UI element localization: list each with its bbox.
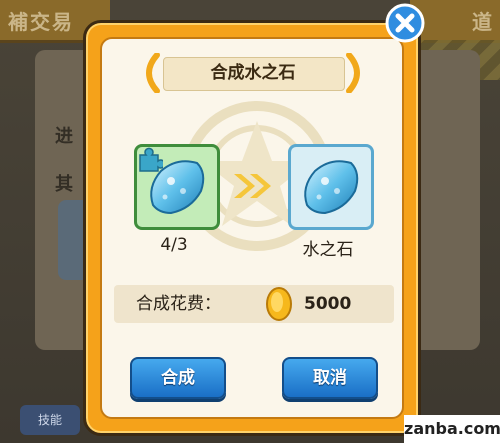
source-item-count: 4/3 bbox=[160, 235, 188, 255]
double-chevron-right-icon bbox=[234, 174, 271, 198]
dialog-content: 合成 水之石 4/3 水之石 合成花费： 5000 合成 取消 bbox=[100, 37, 404, 419]
synthesize-button[interactable]: 合成 bbox=[130, 357, 226, 399]
background-banner-left-text: 補交易 bbox=[8, 10, 74, 34]
puzzle-piece-icon bbox=[139, 147, 163, 172]
cost-value: 5000 bbox=[304, 294, 352, 314]
background-banner-right-text: 道 bbox=[472, 10, 492, 34]
source-item-slot[interactable] bbox=[134, 144, 220, 230]
dialog-title: 合成水之石 bbox=[210, 63, 296, 83]
cancel-button[interactable]: 取消 bbox=[282, 357, 378, 399]
background-text-row2: 其 bbox=[55, 174, 73, 195]
title-bar: 合成水之石 bbox=[137, 53, 369, 93]
gold-coin-icon bbox=[266, 287, 292, 321]
cost-bar: 合成花费： 5000 bbox=[114, 285, 394, 323]
result-item-slot[interactable] bbox=[288, 144, 374, 230]
cost-label: 合成花费： bbox=[136, 294, 221, 314]
water-stone-result-icon bbox=[304, 160, 359, 215]
result-item-name: 水之石 bbox=[302, 240, 354, 260]
right-bracket-icon bbox=[346, 53, 360, 93]
watermark: zanba.com bbox=[404, 415, 500, 443]
background-text-row1: 进 bbox=[55, 126, 73, 147]
close-icon[interactable] bbox=[385, 3, 425, 43]
synthesis-dialog: 合成 水之石 4/3 水之石 合成花费： 5000 合成 取消 bbox=[83, 20, 421, 436]
background-skill-button: 技能 bbox=[20, 405, 80, 435]
left-bracket-icon bbox=[146, 53, 160, 93]
